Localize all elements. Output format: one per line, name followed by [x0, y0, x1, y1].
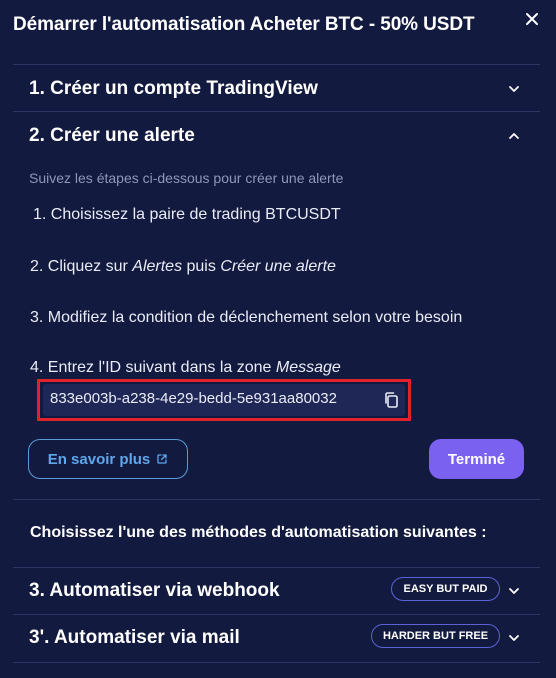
chevron-down-icon[interactable] — [507, 584, 521, 598]
divider — [13, 614, 540, 615]
step-2-alerts: Alertes — [132, 258, 183, 275]
learn-more-button[interactable]: En savoir plus — [28, 439, 188, 479]
step-1: 1. Choisissez la paire de trading BTCUSD… — [33, 206, 341, 223]
step-4-message: Message — [275, 359, 341, 376]
divider — [13, 567, 540, 568]
close-icon[interactable] — [522, 9, 542, 29]
step-3: 3. Modifiez la condition de déclenchemen… — [30, 309, 463, 326]
method-webhook-title[interactable]: 3. Automatiser via webhook — [29, 580, 280, 602]
section-create-alert-title[interactable]: 2. Créer une alerte — [29, 125, 195, 147]
divider — [13, 111, 540, 112]
step-2-create-alert: Créer une alerte — [220, 258, 336, 275]
chevron-down-icon[interactable] — [507, 82, 521, 96]
copy-icon[interactable] — [383, 391, 399, 409]
step-2: 2. Cliquez sur Alertes puis Créer une al… — [30, 258, 336, 276]
step-4-text: 4. Entrez l'ID suivant dans la zone — [30, 359, 276, 376]
step-2-text: 2. Cliquez sur — [30, 258, 133, 275]
chevron-down-icon[interactable] — [507, 631, 521, 645]
step-4: 4. Entrez l'ID suivant dans la zone Mess… — [30, 359, 341, 377]
done-button[interactable]: Terminé — [429, 439, 524, 479]
section-create-account-title[interactable]: 1. Créer un compte TradingView — [29, 78, 318, 100]
step-2-connector: puis — [182, 258, 221, 275]
alert-instructions-hint: Suivez les étapes ci-dessous pour créer … — [29, 170, 344, 186]
external-link-icon — [157, 454, 167, 464]
method-mail-title[interactable]: 3'. Automatiser via mail — [29, 627, 240, 649]
method-mail-badge: HARDER BUT FREE — [371, 624, 500, 648]
learn-more-label: En savoir plus — [47, 450, 151, 468]
divider — [13, 64, 540, 65]
chevron-up-icon[interactable] — [507, 129, 521, 143]
divider — [13, 499, 540, 500]
divider — [13, 662, 540, 663]
page-title: Démarrer l'automatisation Acheter BTC - … — [13, 14, 475, 35]
method-webhook-badge: EASY BUT PAID — [391, 577, 500, 601]
alert-id-value[interactable]: 833e003b-a238-4e29-bedd-5e931aa80032 — [50, 390, 337, 407]
methods-heading: Choisissez l'une des méthodes d'automati… — [30, 524, 487, 541]
